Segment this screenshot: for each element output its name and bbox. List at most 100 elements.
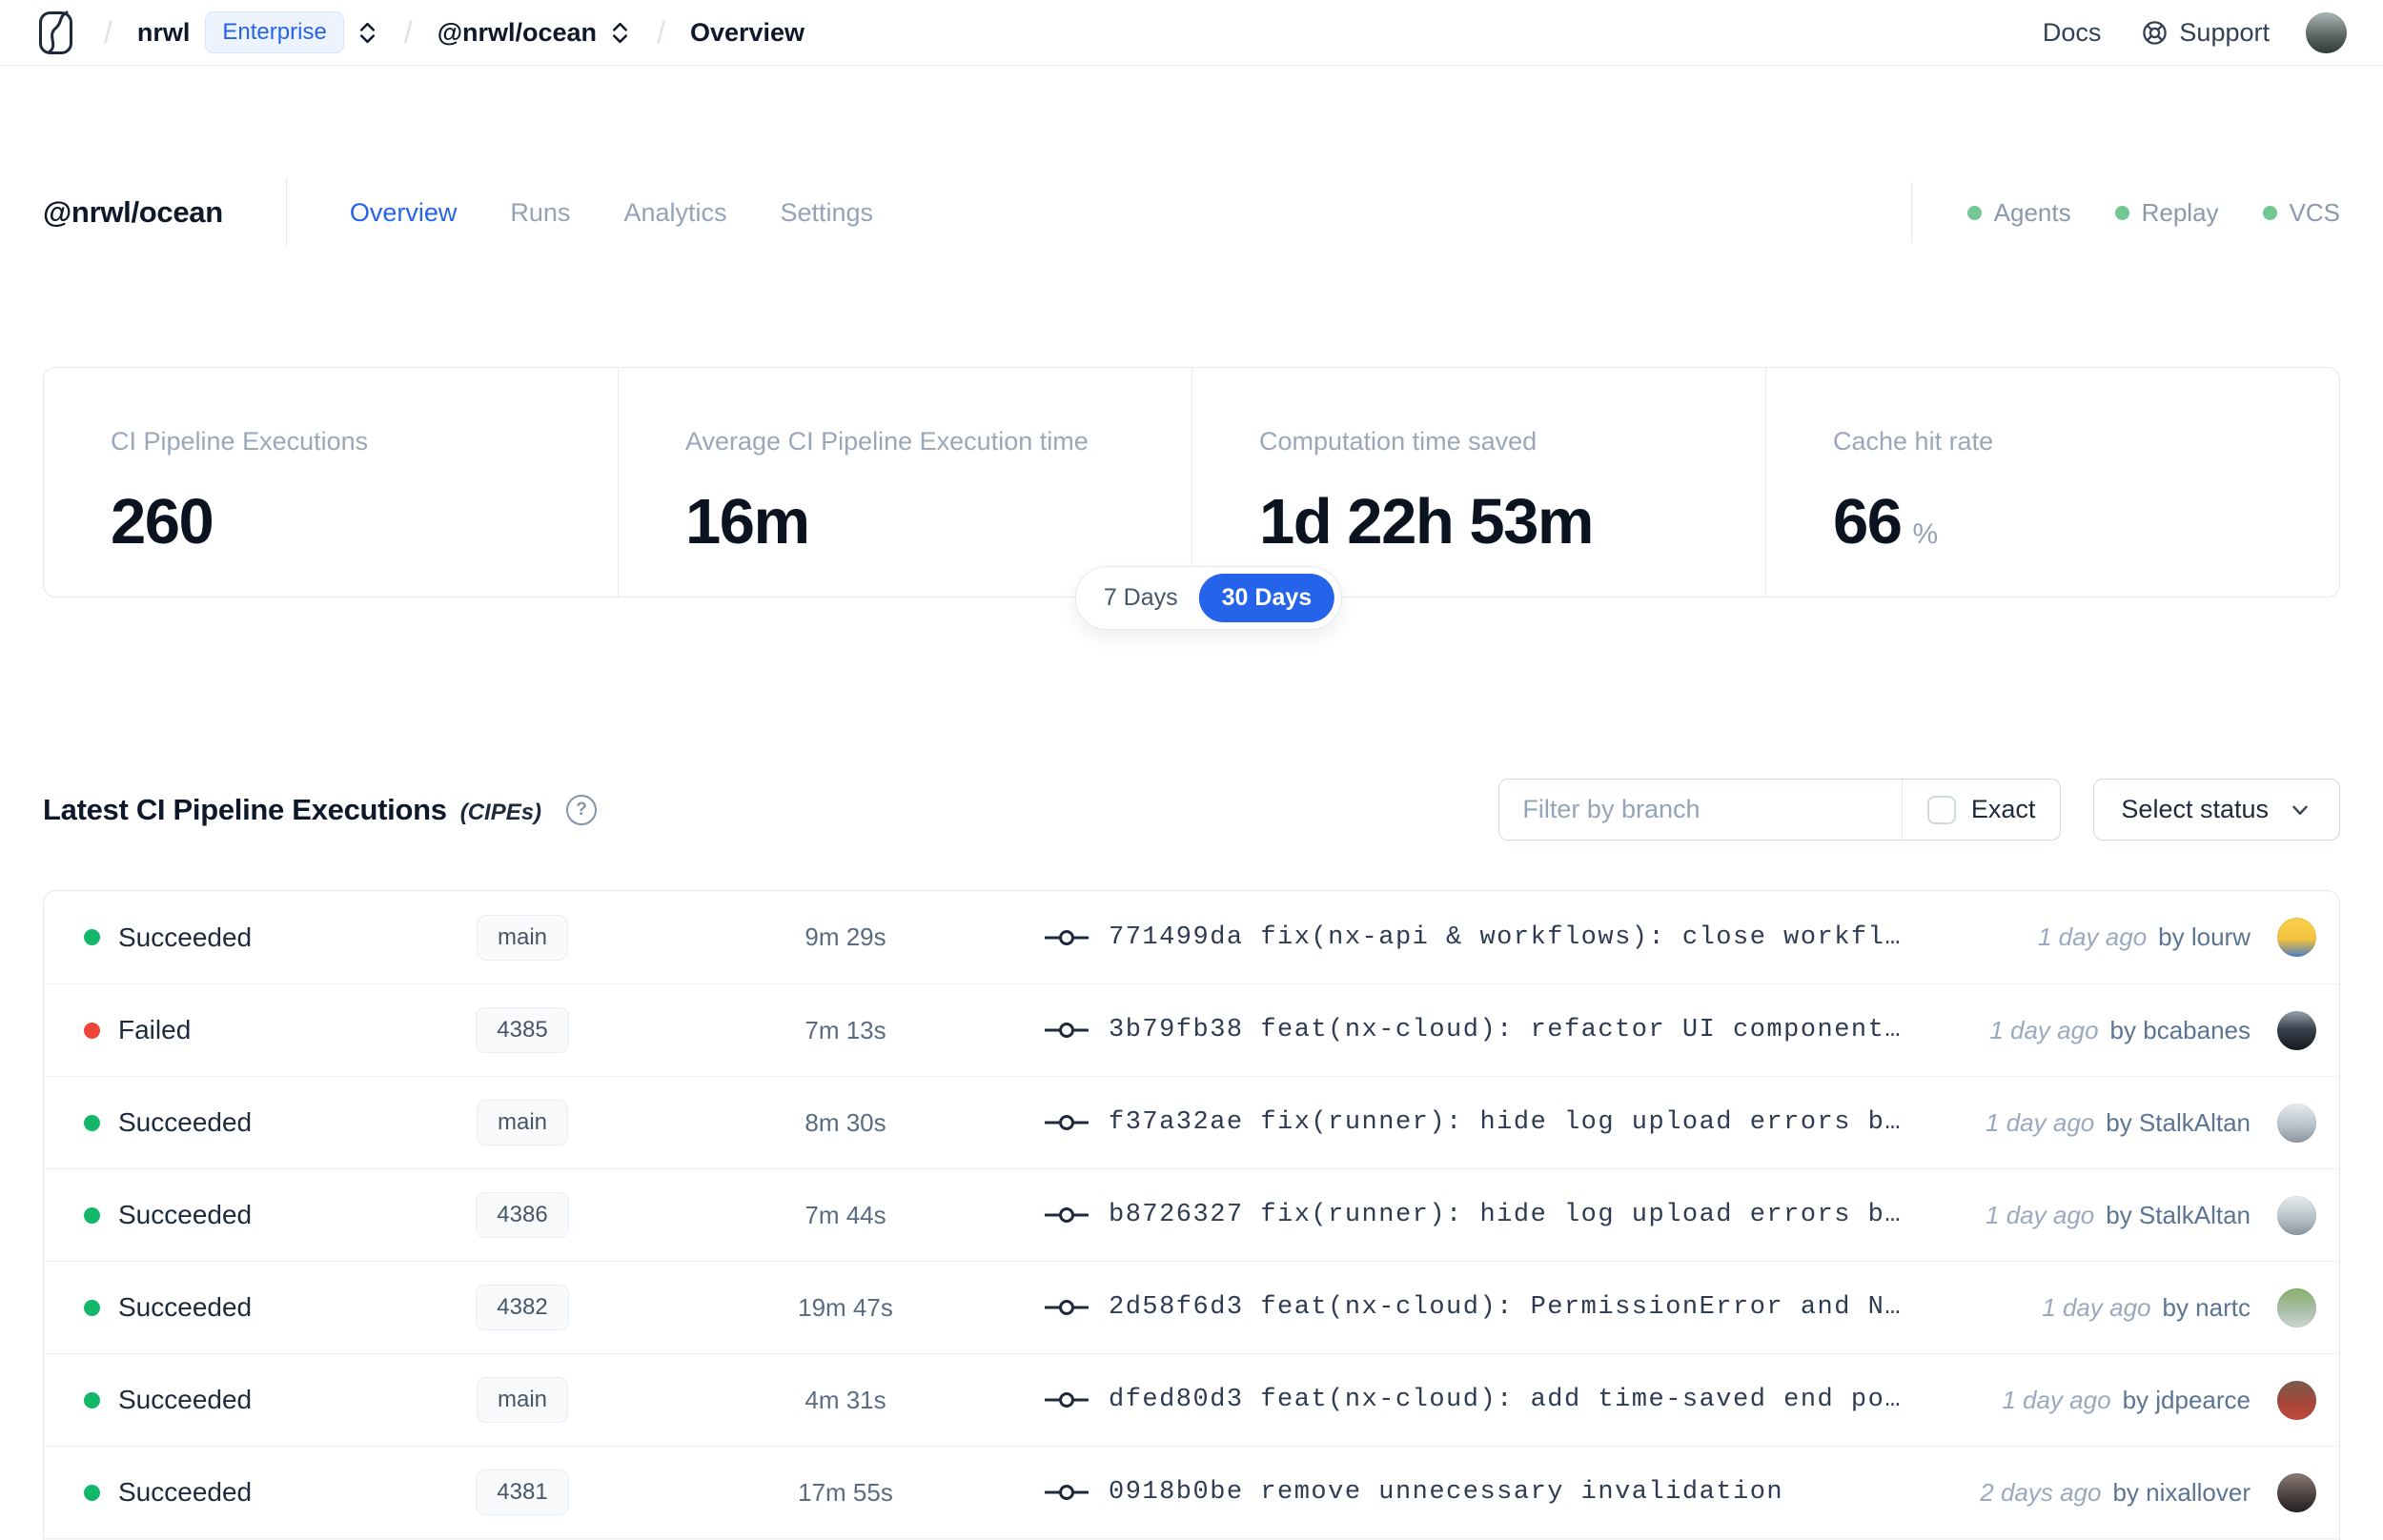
exact-filter: Exact xyxy=(1901,780,2061,840)
execution-status: Succeeded xyxy=(118,1107,253,1137)
avatar[interactable] xyxy=(2277,918,2316,957)
status-label: Agents xyxy=(1993,197,2071,227)
cipe-row[interactable]: Failed 4385 7m 13s 3b79fb38 feat(nx-clou… xyxy=(44,983,2339,1076)
avatar[interactable] xyxy=(2277,1010,2316,1050)
commit-message: fix(runner): hide log upload errors b… xyxy=(1260,1201,1903,1229)
commit-text[interactable]: 771499da fix(nx-api & workflows): close … xyxy=(1109,923,1902,952)
cipe-row[interactable]: Succeeded main 4m 31s dfed80d3 feat(nx-c… xyxy=(44,1353,2339,1446)
branch-badge[interactable]: 4382 xyxy=(476,1285,569,1330)
commit-text[interactable]: 3b79fb38 feat(nx-cloud): refactor UI com… xyxy=(1109,1016,1902,1044)
stat-value: 66 xyxy=(1833,486,1903,557)
avatar[interactable] xyxy=(2277,1195,2316,1235)
cipe-row[interactable]: Succeeded 4382 19m 47s 2d58f6d3 feat(nx-… xyxy=(44,1261,2339,1353)
commit-message: feat(nx-cloud): add time-saved end po… xyxy=(1260,1386,1903,1414)
stat-suffix: % xyxy=(1912,518,1939,550)
branch-filter-input[interactable] xyxy=(1499,780,1902,840)
avatar[interactable] xyxy=(2277,1103,2316,1143)
author: by StalkAltan xyxy=(2106,1107,2251,1137)
section-title: Latest CI Pipeline Executions xyxy=(43,792,447,826)
workspace-switcher-button[interactable] xyxy=(608,20,632,46)
commit-hash: 771499da xyxy=(1109,922,1244,952)
status-select-button[interactable]: Select status xyxy=(2093,779,2340,841)
nx-cloud-logo[interactable] xyxy=(38,10,73,55)
date-range-toggle: 7 Days 30 Days xyxy=(1074,566,1343,630)
branch-badge[interactable]: 4385 xyxy=(476,1007,569,1053)
cipe-row[interactable]: Succeeded 4381 17m 55s 0918b0be remove u… xyxy=(44,1446,2339,1538)
stat-card: Computation time saved 1d 22h 53m xyxy=(1192,368,1765,597)
life-buoy-icon xyxy=(2143,20,2168,45)
author: by StalkAltan xyxy=(2106,1200,2251,1229)
execution-status: Failed xyxy=(118,1015,192,1044)
git-commit-icon xyxy=(1045,1300,1089,1315)
exact-checkbox[interactable] xyxy=(1926,795,1956,824)
stat-label: CI Pipeline Executions xyxy=(111,427,369,456)
commit-text[interactable]: 2d58f6d3 feat(nx-cloud): PermissionError… xyxy=(1109,1293,1902,1322)
branch-badge[interactable]: 4381 xyxy=(476,1469,569,1515)
branch-badge[interactable]: main xyxy=(476,914,569,961)
time-ago: 1 day ago xyxy=(2002,1385,2111,1414)
commit-message: feat(nx-cloud): PermissionError and N… xyxy=(1260,1293,1903,1322)
cipe-row[interactable]: Succeeded main 8m 30s f37a32ae fix(runne… xyxy=(44,1076,2339,1168)
integration-status[interactable]: Replay xyxy=(2114,198,2219,228)
status-dot xyxy=(84,1022,100,1039)
commit-message: remove unnecessary invalidation xyxy=(1260,1478,1784,1507)
duration: 17m 55s xyxy=(798,1477,893,1507)
execution-status: Succeeded xyxy=(118,922,253,952)
breadcrumb-separator: / xyxy=(104,14,112,50)
status-select-label: Select status xyxy=(2121,795,2269,823)
docs-link[interactable]: Docs xyxy=(2043,18,2102,48)
status-dot xyxy=(84,1484,100,1501)
branch-badge[interactable]: main xyxy=(476,1100,569,1145)
author: by bcabanes xyxy=(2109,1015,2251,1044)
duration: 19m 47s xyxy=(798,1292,893,1322)
commit-message: feat(nx-cloud): refactor UI component… xyxy=(1260,1016,1903,1044)
support-link[interactable]: Support xyxy=(2141,18,2270,48)
commit-text[interactable]: f37a32ae fix(runner): hide log upload er… xyxy=(1109,1108,1902,1137)
status-dot xyxy=(84,1114,100,1131)
commit-hash: 0918b0be xyxy=(1109,1478,1244,1507)
branch-badge[interactable]: main xyxy=(476,1377,569,1423)
branch-badge[interactable]: 4386 xyxy=(476,1192,569,1238)
chevron-expand-icon xyxy=(613,22,628,43)
workspace-header: @nrwl/ocean Overview Runs Analytics Sett… xyxy=(43,178,2340,247)
cipe-row[interactable]: Succeeded main 9m 29s 771499da fix(nx-ap… xyxy=(44,891,2339,983)
breadcrumb-workspace[interactable]: @nrwl/ocean xyxy=(438,18,597,48)
commit-text[interactable]: dfed80d3 feat(nx-cloud): add time-saved … xyxy=(1109,1386,1902,1414)
integration-status-group: Agents Replay VCS xyxy=(1966,197,2340,228)
time-ago: 1 day ago xyxy=(1989,1015,2099,1044)
author: by lourw xyxy=(2158,922,2251,951)
cipe-row[interactable]: Succeeded 4386 7m 44s b8726327 fix(runne… xyxy=(44,1168,2339,1261)
section-title-suffix: (CIPEs) xyxy=(459,799,542,825)
tab[interactable]: Settings xyxy=(780,198,873,228)
breadcrumb-separator: / xyxy=(403,14,413,50)
breadcrumb-org[interactable]: nrwl xyxy=(137,18,191,48)
time-ago: 1 day ago xyxy=(1986,1107,2095,1137)
stats-section: CI Pipeline Executions 260 Average CI Pi… xyxy=(43,367,2340,630)
user-avatar[interactable] xyxy=(2306,11,2347,53)
duration: 7m 13s xyxy=(805,1015,886,1044)
org-switcher-button[interactable] xyxy=(356,20,379,46)
breadcrumb-page: Overview xyxy=(689,17,805,47)
tab[interactable]: Overview xyxy=(350,198,458,228)
avatar[interactable] xyxy=(2277,1472,2316,1512)
range-option[interactable]: 7 Days xyxy=(1083,574,1199,622)
avatar[interactable] xyxy=(2277,1380,2316,1420)
docs-label: Docs xyxy=(2042,17,2102,47)
commit-text[interactable]: 0918b0be remove unnecessary invalidation xyxy=(1109,1478,1783,1507)
range-option[interactable]: 30 Days xyxy=(1198,574,1335,622)
stat-card: CI Pipeline Executions 260 xyxy=(44,368,618,597)
stat-label: Computation time saved xyxy=(1259,427,1538,456)
tab[interactable]: Runs xyxy=(510,198,570,228)
integration-status[interactable]: VCS xyxy=(2262,198,2340,228)
author: by jdpearce xyxy=(2122,1385,2251,1414)
commit-hash: 2d58f6d3 xyxy=(1109,1293,1244,1322)
avatar[interactable] xyxy=(2277,1287,2316,1327)
status-dot xyxy=(84,1206,100,1224)
tab[interactable]: Analytics xyxy=(623,198,726,228)
help-icon[interactable]: ? xyxy=(566,794,598,825)
stat-card: Average CI Pipeline Execution time 16m xyxy=(618,368,1192,597)
commit-text[interactable]: b8726327 fix(runner): hide log upload er… xyxy=(1109,1201,1902,1229)
page-title: @nrwl/ocean xyxy=(43,195,223,229)
integration-status[interactable]: Agents xyxy=(1966,197,2071,228)
support-label: Support xyxy=(2179,17,2270,47)
